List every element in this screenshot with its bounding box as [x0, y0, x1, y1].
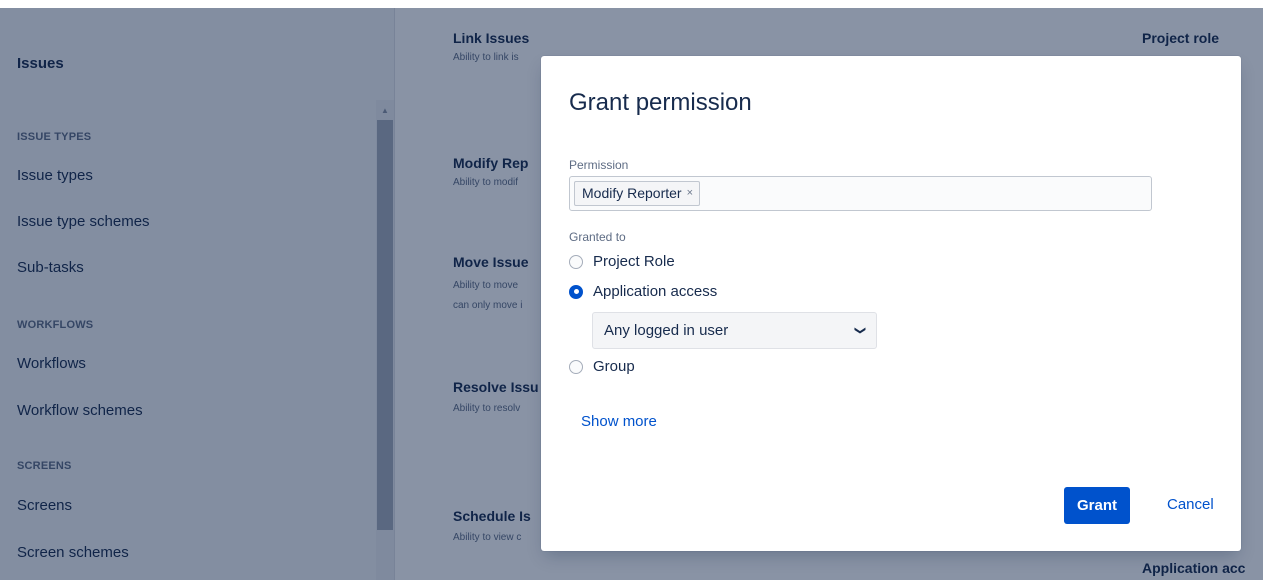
- granted-to-label: Granted to: [569, 230, 626, 244]
- chevron-down-icon: ❯: [853, 325, 866, 336]
- application-access-select[interactable]: Any logged in user ❯: [592, 312, 877, 349]
- permission-label: Permission: [569, 158, 629, 172]
- show-more-link[interactable]: Show more: [581, 413, 657, 430]
- radio-button[interactable]: [569, 359, 583, 374]
- radio-button[interactable]: [569, 254, 583, 269]
- radio-button-selected[interactable]: [569, 284, 583, 299]
- cancel-button[interactable]: Cancel: [1167, 496, 1214, 513]
- radio-label: Group: [593, 358, 635, 375]
- radio-label: Application access: [593, 283, 718, 300]
- select-value: Any logged in user: [604, 322, 729, 339]
- dialog-title: Grant permission: [569, 89, 752, 116]
- permission-tag-label: Modify Reporter: [582, 185, 682, 201]
- permission-multiselect[interactable]: Modify Reporter ×: [569, 176, 1152, 211]
- grant-permission-dialog: Grant permission Permission Modify Repor…: [541, 56, 1241, 551]
- radio-application-access[interactable]: Application access: [569, 283, 717, 300]
- grant-button[interactable]: Grant: [1064, 487, 1130, 524]
- radio-group[interactable]: Group: [569, 358, 635, 375]
- top-edge: [0, 0, 1263, 8]
- radio-project-role[interactable]: Project Role: [569, 253, 675, 270]
- radio-label: Project Role: [593, 253, 675, 270]
- remove-tag-icon[interactable]: ×: [687, 182, 693, 205]
- permission-tag: Modify Reporter ×: [574, 181, 701, 206]
